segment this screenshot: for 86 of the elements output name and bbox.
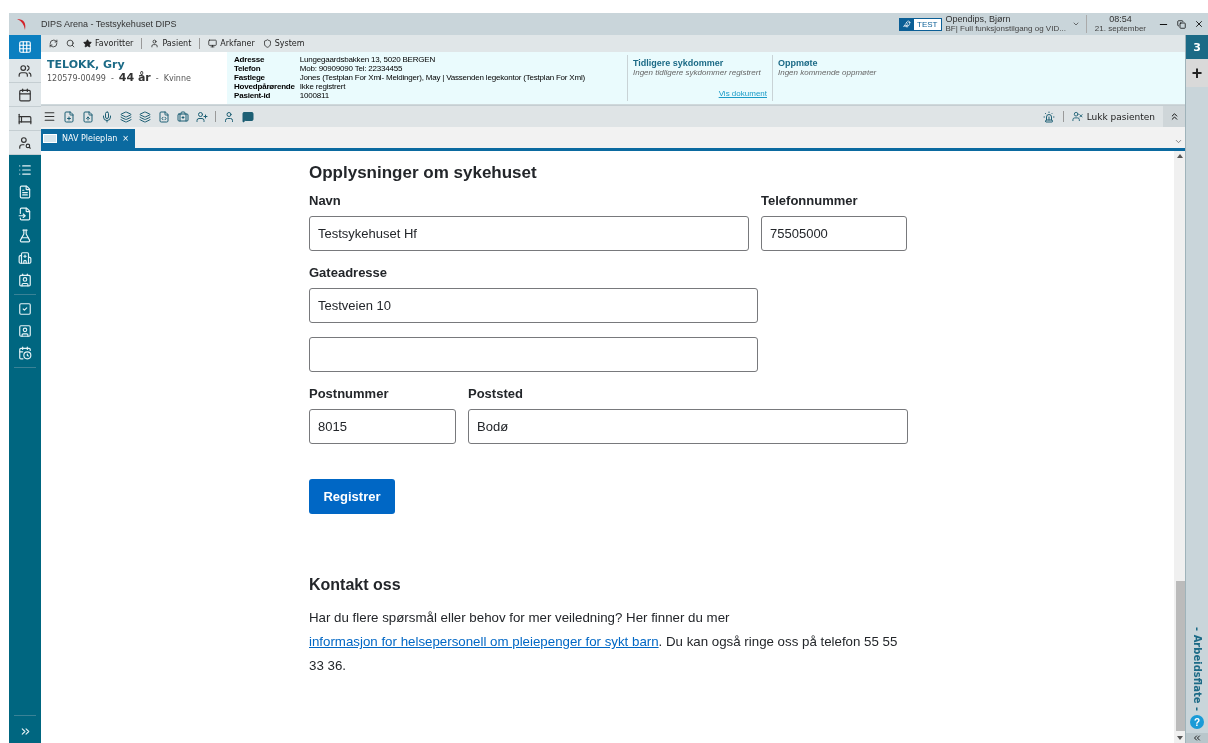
detail-label: Hovedpårørende	[234, 82, 295, 91]
dropdown-icon	[1071, 20, 1080, 28]
collapse-button[interactable]	[1163, 105, 1185, 128]
field-label: Gateadresse	[309, 265, 389, 280]
input-field[interactable]: Testsykehuset Hf	[309, 216, 749, 251]
menu-item[interactable]: Arkfaner	[208, 39, 255, 48]
scroll-down-icon[interactable]	[1176, 736, 1183, 740]
microphone-icon[interactable]	[101, 110, 113, 123]
field-label: Telefonnummer	[761, 193, 859, 208]
search-icon[interactable]	[66, 39, 75, 48]
separator-text: -	[110, 74, 114, 83]
patient-name: TELOKK, Gry	[47, 58, 126, 71]
patient-age: 44 år	[118, 71, 151, 84]
detail-value: Lungegaardsbakken 13, 5020 BERGEN	[299, 55, 437, 64]
environment-badge: TEST	[899, 17, 942, 31]
tab[interactable]: NAV Pleieplan ×	[41, 129, 136, 148]
layers-icon[interactable]	[120, 110, 132, 123]
close-tab-icon[interactable]: ×	[122, 134, 130, 143]
star-icon	[83, 39, 92, 48]
scrollbar[interactable]	[1174, 151, 1185, 743]
collapse-icon[interactable]	[1185, 733, 1208, 743]
window-title: DIPS Arena - Testsykehuset DIPS	[41, 19, 178, 29]
input-field[interactable]: Testveien 10	[309, 288, 758, 323]
restore-icon	[1177, 19, 1186, 29]
detail-label: Pasient-id	[234, 91, 272, 100]
panel-title: Tidligere sykdommer	[633, 58, 725, 68]
detail-label: Fastlege	[234, 73, 265, 82]
person-x-icon	[1071, 111, 1083, 122]
chat-icon[interactable]	[242, 110, 254, 123]
menu-item[interactable]: System	[262, 39, 305, 48]
patient-id: 120579-00499	[47, 74, 106, 83]
menu-item[interactable]: Pasient	[150, 39, 192, 48]
user-menu[interactable]: Opendips, Bjørn BF| Full funksjonstilgang og VID...	[945, 15, 1066, 33]
scroll-thumb[interactable]	[1176, 581, 1185, 731]
field-label: Postnummer	[309, 386, 390, 401]
file-upload-icon[interactable]	[82, 110, 94, 123]
file-code-icon[interactable]	[158, 110, 170, 123]
file-plus-icon[interactable]	[63, 110, 75, 123]
stacked-layers-icon[interactable]	[139, 110, 151, 123]
refresh-icon[interactable]	[49, 39, 58, 48]
bed-icon[interactable]	[9, 107, 41, 131]
clock: 08:54 21. september	[1085, 15, 1154, 33]
detail-value: 1000811	[299, 91, 330, 100]
field-label: Navn	[309, 193, 342, 208]
register-button[interactable]: Registrer	[309, 479, 395, 514]
dropdown-icon[interactable]	[1174, 137, 1183, 146]
separator-text: -	[155, 74, 159, 83]
medical-kit-icon[interactable]	[177, 110, 189, 123]
person-icon	[150, 39, 160, 48]
alarm-icon[interactable]	[1042, 110, 1055, 123]
detail-label: Telefon	[234, 64, 262, 73]
panel-note: Ingen kommende oppmøter	[778, 68, 878, 77]
shield-icon	[262, 39, 272, 48]
monitor-icon	[208, 39, 218, 48]
calendar-icon[interactable]	[9, 83, 41, 107]
detail-value: Jones (Testplan For Xml- Meldinger), May | Vassenden legekontor (Testplan For Xml)	[299, 73, 586, 82]
input-field[interactable]: 75505000	[761, 216, 907, 251]
workspace-label[interactable]: - Arbeidsflate -	[1191, 626, 1203, 711]
menu-item[interactable]: Favoritter	[83, 39, 134, 48]
people-icon[interactable]	[9, 59, 41, 83]
detail-value: Ikke registrert	[299, 82, 347, 91]
patient-sex: Kvinne	[163, 74, 191, 83]
close-icon	[1194, 19, 1204, 29]
scroll-up-icon[interactable]	[1176, 154, 1183, 158]
contact-paragraph: Har du flere spørsmål eller behov for mer veiledning? Her finner du mer informasjon for helsepersonell om pleiepenger for sykt barn. Du kan også ringe oss på telefon 55 55 33 36.	[309, 609, 899, 675]
section-heading: Kontakt oss	[309, 576, 402, 594]
detail-label: Adresse	[234, 55, 266, 64]
input-field[interactable]	[309, 337, 758, 372]
apps-grid-icon[interactable]	[9, 35, 41, 59]
person-icon[interactable]	[223, 110, 235, 123]
section-heading: Opplysninger om sykehuset	[309, 163, 538, 183]
panel-note: Ingen tidligere sykdommer registrert	[633, 68, 762, 77]
person-plus-icon[interactable]	[196, 110, 208, 123]
bird-icon	[900, 18, 915, 30]
info-link[interactable]: informasjon for helsepersonell om pleiepenger for sykt barn	[309, 634, 659, 649]
card-icon	[43, 134, 57, 143]
count-badge: 3	[1185, 35, 1208, 59]
panel-title: Oppmøte	[778, 58, 819, 68]
add-button[interactable]: +	[1185, 59, 1208, 87]
field-label: Poststed	[468, 386, 524, 401]
detail-value: Mob: 90909090 Tel: 22334455	[299, 64, 404, 73]
menu-icon[interactable]	[43, 110, 56, 123]
input-field[interactable]: 8015	[309, 409, 456, 444]
person-search-icon[interactable]	[9, 131, 41, 155]
input-field[interactable]: Bodø	[468, 409, 908, 444]
close-patient-button[interactable]: Lukk pasienten	[1071, 111, 1155, 122]
